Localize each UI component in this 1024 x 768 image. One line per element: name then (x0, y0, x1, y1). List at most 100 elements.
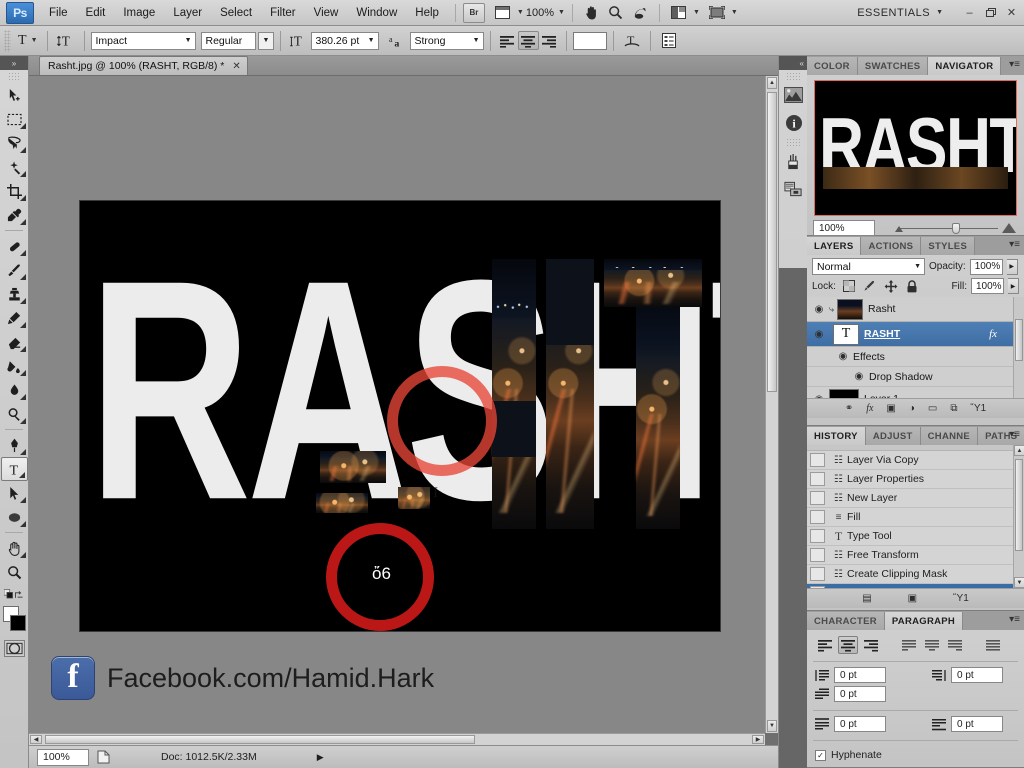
dock-expand-button[interactable]: « (779, 56, 807, 70)
canvas-vertical-scrollbar[interactable]: ▲ ▼ (765, 76, 778, 733)
tab-styles[interactable]: STYLES (921, 237, 976, 255)
dock-grip-1[interactable] (786, 72, 800, 80)
text-orientation-icon[interactable]: T (54, 31, 78, 51)
align-center-icon[interactable] (838, 636, 858, 654)
layer-name[interactable]: RASHT (864, 328, 900, 340)
align-right-icon[interactable] (861, 636, 881, 654)
history-snapshot-toggle[interactable] (810, 548, 825, 562)
menu-file[interactable]: File (40, 3, 77, 23)
info-panel-icon[interactable]: i (781, 110, 806, 136)
tool-preset-picker[interactable]: T ▼ (15, 33, 41, 49)
tool-brush[interactable] (1, 258, 28, 282)
history-snapshot-toggle[interactable] (810, 567, 825, 581)
menu-select[interactable]: Select (211, 3, 261, 23)
tool-path-selection-more-icon[interactable] (20, 497, 26, 503)
horizontal-scroll-thumb[interactable] (45, 735, 475, 744)
menu-view[interactable]: View (305, 3, 348, 23)
font-family-caret-icon[interactable]: ▼ (185, 37, 192, 44)
status-zoom-field[interactable]: 100% (37, 748, 89, 766)
document-tab[interactable]: Rasht.jpg @ 100% (RASHT, RGB/8) * ✕ (39, 56, 248, 75)
drop-shadow-visibility-icon[interactable]: ◉ (849, 371, 869, 382)
document-tab-close-icon[interactable]: ✕ (232, 61, 240, 72)
tool-blur[interactable] (1, 378, 28, 402)
background-color-swatch[interactable] (10, 615, 26, 631)
status-menu-arrow-icon[interactable]: ▶ (317, 752, 324, 763)
layer-row-rasht-text[interactable]: ◉ T RASHT fx ▲ (807, 322, 1024, 347)
tool-gradient-more-icon[interactable] (20, 370, 26, 376)
font-style-caret-box[interactable]: ▼ (257, 31, 274, 50)
create-document-from-state-icon[interactable]: ▤ (862, 593, 871, 604)
tool-crop[interactable] (1, 179, 28, 203)
tool-path-selection[interactable] (1, 481, 28, 505)
opacity-stepper[interactable]: ▶ (1006, 258, 1018, 275)
delete-layer-icon[interactable]: Ὕ1 (971, 403, 987, 414)
tab-actions[interactable]: ACTIONS (861, 237, 922, 255)
screen-mode-caret-icon[interactable]: ▼ (731, 9, 738, 16)
tab-swatches[interactable]: SWATCHES (857, 57, 929, 75)
history-snapshot-toggle[interactable] (810, 586, 825, 588)
tool-preset-caret-icon[interactable]: ▼ (31, 37, 38, 44)
tool-lasso[interactable] (1, 131, 28, 155)
tool-brush-more-icon[interactable] (20, 274, 26, 280)
history-state-row[interactable]: ☷ Create Clipping Mask (807, 565, 1024, 584)
quick-mask-icon[interactable] (3, 640, 25, 657)
warp-text-icon[interactable]: T (620, 31, 644, 51)
hyphenate-row[interactable]: ✓ Hyphenate (807, 744, 1024, 767)
menu-layer[interactable]: Layer (164, 3, 211, 23)
tool-shape-more-icon[interactable] (20, 521, 26, 527)
history-snapshot-toggle[interactable] (810, 472, 825, 486)
text-color-swatch[interactable] (572, 31, 607, 50)
tool-clone-stamp[interactable] (1, 282, 28, 306)
layers-scrollbar[interactable] (1013, 297, 1024, 398)
artboard[interactable]: RASHT I ὄ6 (80, 201, 720, 631)
tool-blur-more-icon[interactable] (20, 394, 26, 400)
scroll-left-button[interactable]: ◀ (30, 735, 42, 744)
layer-thumbnail[interactable]: T (833, 323, 859, 345)
options-bar-grip[interactable] (4, 29, 11, 52)
tool-lasso-more-icon[interactable] (20, 147, 26, 153)
tab-channels[interactable]: CHANNE (920, 427, 979, 445)
screen-mode-icon[interactable] (705, 3, 729, 23)
zoom-in-icon[interactable] (1002, 223, 1016, 233)
scroll-down-button[interactable]: ▼ (767, 720, 777, 732)
history-state-row[interactable]: ≡ Fill (807, 508, 1024, 527)
font-style-caret-icon[interactable]: ▼ (263, 37, 270, 44)
navigator-zoom-field[interactable]: 100% (813, 220, 875, 236)
justify-last-left-icon[interactable] (899, 636, 919, 654)
zoom-out-icon[interactable] (895, 226, 903, 232)
link-layers-icon[interactable]: ⚭ (845, 403, 853, 414)
layer-name[interactable]: Rasht (868, 303, 895, 315)
toolbox-grip[interactable] (8, 72, 20, 81)
layer-name[interactable]: Layer 1 (864, 393, 899, 398)
canvas-horizontal-scrollbar[interactable]: ◀ ▶ (29, 733, 765, 745)
layer-thumbnail[interactable] (837, 298, 864, 320)
tool-marquee-more-icon[interactable] (20, 123, 26, 129)
tool-history-brush[interactable] (1, 306, 28, 330)
lock-transparent-pixels-icon[interactable] (842, 280, 855, 292)
tool-history-brush-more-icon[interactable] (20, 322, 26, 328)
space-before-paragraph-field[interactable]: 0 pt (834, 716, 886, 732)
scroll-right-button[interactable]: ▶ (752, 735, 764, 744)
history-snapshot-toggle[interactable] (810, 529, 825, 543)
tab-history[interactable]: HISTORY (807, 427, 866, 445)
history-scroll-thumb[interactable] (1015, 459, 1023, 551)
workspace-label[interactable]: ESSENTIALS (857, 7, 930, 19)
tool-move[interactable] (1, 83, 28, 107)
layer-visibility-icon[interactable]: ◉ (809, 394, 829, 399)
layer-list[interactable]: ◉ ⤷ Rasht ◉ T RASHT fx ▲ ◉ Effects (807, 297, 1024, 398)
hand-tool-icon[interactable] (580, 3, 604, 23)
workspace-caret-icon[interactable]: ▼ (936, 9, 943, 16)
new-layer-icon[interactable]: ⧉ (950, 403, 957, 414)
rotate-view-tool-icon[interactable] (628, 3, 652, 23)
default-colors-icon[interactable] (4, 588, 14, 601)
history-snapshot-toggle[interactable] (810, 453, 825, 467)
layers-scroll-thumb[interactable] (1015, 319, 1023, 361)
justify-all-icon[interactable] (983, 636, 1003, 654)
vertical-scroll-thumb[interactable] (767, 92, 777, 392)
tab-paragraph[interactable]: PARAGRAPH (884, 612, 964, 630)
history-scrollbar[interactable]: ▲ ▼ (1013, 445, 1024, 588)
canvas-area[interactable]: RASHT I ὄ6 (29, 76, 778, 745)
font-size-caret-icon[interactable]: ▼ (368, 37, 375, 44)
space-after-paragraph-field[interactable]: 0 pt (951, 716, 1003, 732)
tab-adjustments[interactable]: ADJUST (865, 427, 921, 445)
